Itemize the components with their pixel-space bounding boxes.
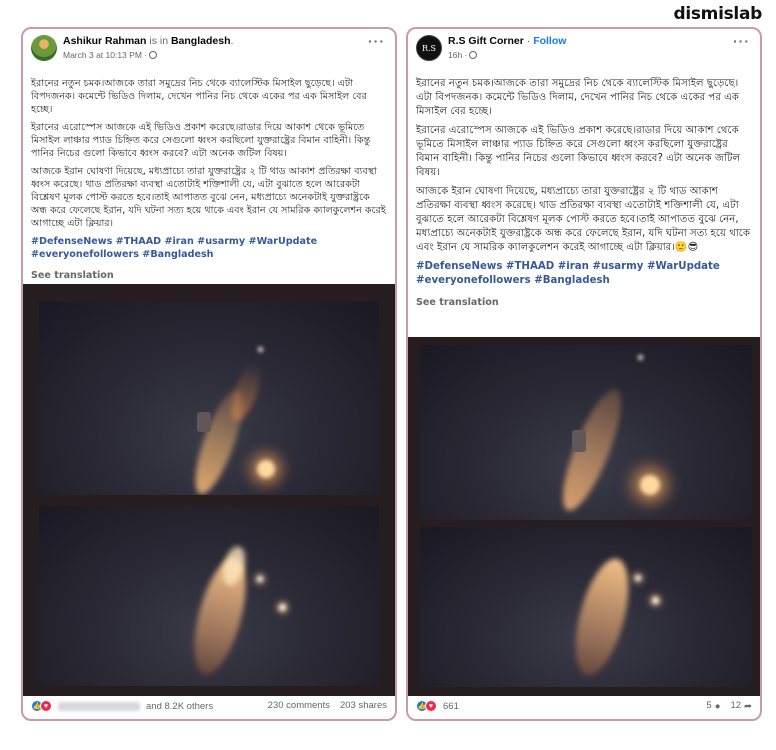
see-translation-link[interactable]: See translation <box>31 270 387 281</box>
share-icon: ➦ <box>744 701 752 712</box>
globe-icon <box>469 51 478 59</box>
hashtags[interactable]: #DefenseNews #THAAD #iran #usarmy #WarUp… <box>416 260 752 288</box>
post-header: Ashikur Rahman is in Bangladesh. March 3… <box>23 29 395 77</box>
post-header: R.S R.S Gift Corner · Follow 16h · ··· <box>408 29 760 77</box>
reactions-summary[interactable]: 👍 ♥ 661 <box>416 700 459 712</box>
engagement-stats: 5 ● 12 ➦ <box>706 700 752 712</box>
follow-button[interactable]: Follow <box>533 35 566 47</box>
comments-count[interactable]: 230 comments <box>268 700 330 711</box>
engagement-stats: 230 comments 203 shares <box>268 700 387 711</box>
video-frame-top <box>39 302 379 495</box>
comments-count[interactable]: 5 <box>706 700 711 711</box>
facebook-post-left: Ashikur Rahman is in Bangladesh. March 3… <box>21 27 397 721</box>
blurred-reactor-names <box>58 701 140 711</box>
love-reaction-icon: ♥ <box>425 700 437 712</box>
video-player[interactable] <box>23 284 395 696</box>
post-timestamp[interactable]: 16h · <box>448 50 478 60</box>
location-prefix: is in <box>149 35 169 47</box>
author-avatar[interactable]: R.S <box>416 35 442 61</box>
post-paragraph: ইরানের নতুন চমক।আজকে তারা সমুদ্রের নিচ থ… <box>416 78 740 117</box>
comments-stat[interactable]: 5 ● <box>706 700 720 712</box>
post-paragraph: ইরানের নতুন চমক।আজকে তারা সমুদ্রের নিচ থ… <box>31 78 367 115</box>
reactions-count[interactable]: 661 <box>443 701 459 712</box>
location-name[interactable]: Bangladesh <box>171 35 231 47</box>
facebook-post-right: R.S R.S Gift Corner · Follow 16h · ··· ই… <box>406 27 762 721</box>
video-player[interactable] <box>408 337 760 696</box>
video-frame-bottom <box>420 527 752 687</box>
more-options-icon[interactable]: ··· <box>368 33 385 49</box>
author-line: Ashikur Rahman is in Bangladesh. <box>63 35 234 47</box>
more-options-icon[interactable]: ··· <box>733 33 750 49</box>
post-footer: 👍 ♥ and 8.2K others 230 comments 203 sha… <box>23 693 395 719</box>
shares-count[interactable]: 12 <box>730 700 741 711</box>
author-name[interactable]: R.S Gift Corner <box>448 35 524 47</box>
post-body: ইরানের নতুন চমক।আজকে তারা সমুদ্রের নিচ থ… <box>23 77 395 281</box>
post-paragraph: ইরানের এরোস্পেস আজকে এই ভিডিও প্রকাশ করে… <box>416 125 741 178</box>
post-paragraph: আজকে ইরান ঘোষণা দিয়েছে, মধ্যপ্রাচ্যে তা… <box>416 186 750 253</box>
shares-count[interactable]: 203 shares <box>340 700 387 711</box>
post-timestamp[interactable]: March 3 at 10:13 PM · <box>63 50 158 60</box>
video-frame-top <box>420 345 752 520</box>
reactions-count[interactable]: and 8.2K others <box>146 701 213 712</box>
post-paragraph: ইরানের এরোস্পেস আজকে এই ভিডিও প্রকাশ করে… <box>31 122 371 159</box>
love-reaction-icon: ♥ <box>40 700 52 712</box>
globe-icon <box>149 51 158 59</box>
author-name[interactable]: Ashikur Rahman <box>63 35 146 47</box>
post-footer: 👍 ♥ 661 5 ● 12 ➦ <box>408 693 760 719</box>
post-paragraph: আজকে ইরান ঘোষণা দিয়েছে, মধ্যপ্রাচ্যে তা… <box>31 166 386 229</box>
author-avatar[interactable] <box>31 35 57 61</box>
dismislab-logo: dismislab <box>673 4 762 24</box>
see-translation-link[interactable]: See translation <box>416 297 752 308</box>
author-line: R.S Gift Corner · Follow <box>448 35 567 47</box>
shares-stat[interactable]: 12 ➦ <box>730 700 752 712</box>
hashtags[interactable]: #DefenseNews #THAAD #iran #usarmy #WarUp… <box>31 235 387 261</box>
post-body: ইরানের নতুন চমক।আজকে তারা সমুদ্রের নিচ থ… <box>408 77 760 308</box>
video-frame-bottom <box>39 506 379 686</box>
reactions-summary[interactable]: 👍 ♥ and 8.2K others <box>31 700 213 712</box>
comment-icon: ● <box>714 701 721 712</box>
